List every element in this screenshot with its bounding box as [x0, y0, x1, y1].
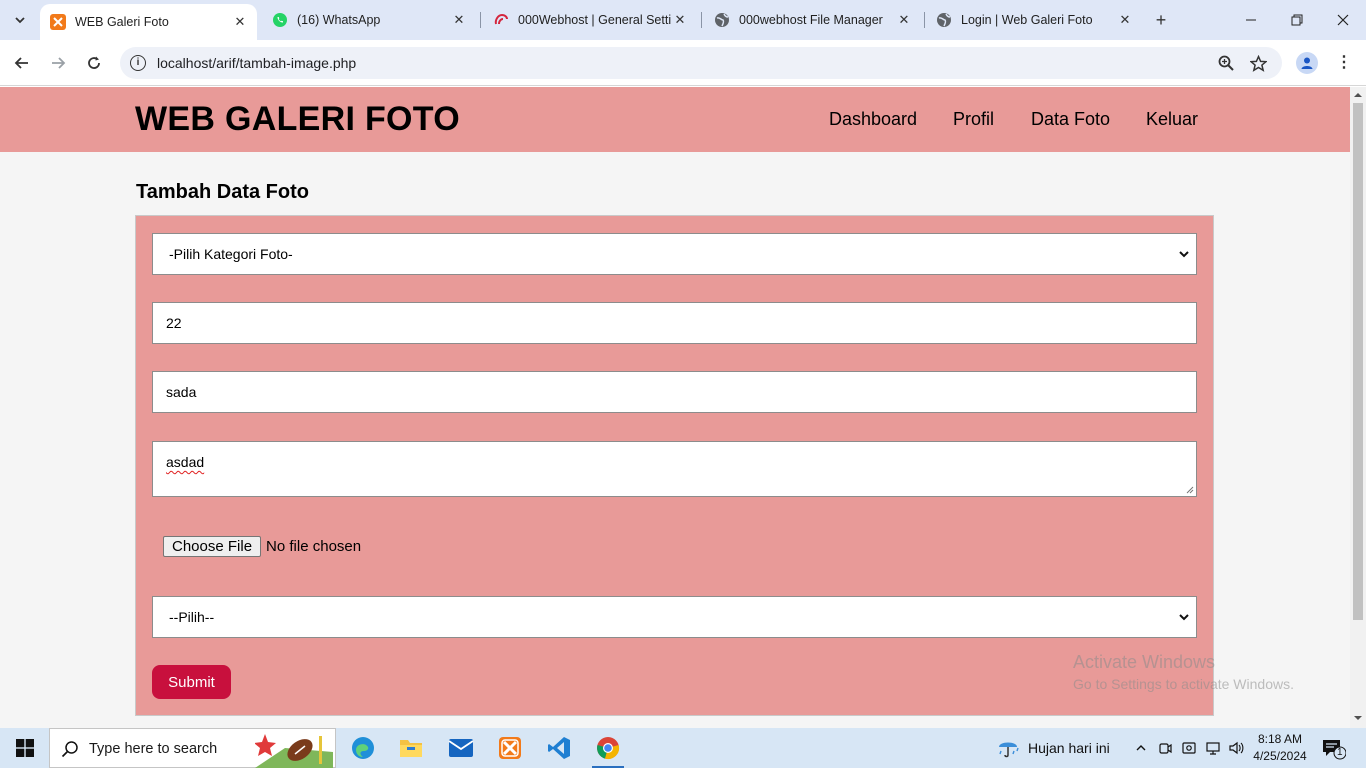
close-icon[interactable]: ✕	[671, 11, 689, 29]
mail-icon[interactable]	[441, 732, 481, 764]
windows-taskbar: Type here to search Hujan hari ini 8:18 …	[0, 728, 1366, 768]
zoom-icon[interactable]	[1216, 53, 1236, 73]
site-logo[interactable]: WEB GALERI FOTO	[135, 100, 460, 139]
file-input[interactable]: Choose File No file chosen	[163, 535, 361, 557]
weather-widget[interactable]: Hujan hari ini	[996, 736, 1110, 760]
chevron-down-icon	[1179, 251, 1189, 258]
search-highlight-football-icon[interactable]	[255, 732, 333, 768]
photo-id-input-value: 22	[166, 315, 182, 331]
site-info-icon[interactable]: i	[130, 55, 146, 71]
taskbar-search-placeholder: Type here to search	[89, 741, 218, 757]
taskbar-search-box[interactable]: Type here to search	[49, 728, 336, 768]
back-arrow-icon[interactable]	[8, 49, 36, 77]
nav-profil[interactable]: Profil	[953, 109, 994, 130]
page-scrollbar[interactable]	[1350, 87, 1366, 728]
meet-now-icon[interactable]	[1156, 738, 1174, 758]
site-header: WEB GALERI FOTO Dashboard Profil Data Fo…	[0, 87, 1350, 152]
description-textarea-value: asdad	[166, 454, 205, 470]
rain-umbrella-icon	[999, 742, 1019, 758]
tab-login-web-galeri-foto[interactable]: Login | Web Galeri Foto ✕	[926, 0, 1142, 40]
notification-center-icon[interactable]: 1	[1322, 738, 1347, 760]
chrome-icon[interactable]	[588, 732, 628, 768]
browser-tabstrip: WEB Galeri Foto ✕ (16) WhatsApp ✕ 000Web…	[0, 0, 1366, 40]
description-textarea[interactable]: asdad	[152, 441, 1197, 497]
page-viewport: WEB GALERI FOTO Dashboard Profil Data Fo…	[0, 87, 1350, 728]
vscode-icon[interactable]	[539, 732, 579, 764]
file-status-text: No file chosen	[266, 537, 362, 555]
browser-menu-icon[interactable]: ⋮	[1334, 52, 1354, 74]
choose-file-button[interactable]: Choose File	[163, 535, 262, 557]
notification-count: 1	[1337, 747, 1343, 758]
new-tab-plus-icon[interactable]: +	[1150, 8, 1172, 32]
submit-button[interactable]: Submit	[152, 665, 231, 699]
activate-windows-title: Activate Windows	[1073, 652, 1216, 672]
profile-avatar-icon[interactable]	[1296, 52, 1318, 74]
globe-icon	[936, 12, 952, 28]
tab-label: 000Webhost | General Settin	[518, 13, 671, 27]
page-title: Tambah Data Foto	[136, 181, 309, 203]
tab-label: WEB Galeri Foto	[75, 15, 169, 29]
add-photo-form: -Pilih Kategori Foto- 22 sada asdad Choo…	[135, 215, 1214, 716]
minimize-icon[interactable]	[1228, 0, 1274, 40]
status-select-value: --Pilih--	[169, 609, 215, 625]
activate-windows-subtitle: Go to Settings to activate Windows.	[1073, 676, 1294, 692]
000webhost-icon	[493, 12, 509, 28]
tab-whatsapp[interactable]: (16) WhatsApp ✕	[262, 0, 476, 40]
close-icon[interactable]: ✕	[895, 11, 913, 29]
nav-data-foto[interactable]: Data Foto	[1031, 109, 1110, 130]
photo-title-input-value: sada	[166, 384, 197, 400]
tab-separator	[924, 12, 925, 28]
search-icon	[61, 741, 78, 758]
globe-icon	[714, 12, 730, 28]
screenshot-icon[interactable]	[1180, 738, 1198, 758]
close-icon[interactable]: ✕	[1116, 11, 1134, 29]
category-select-value: -Pilih Kategori Foto-	[169, 246, 293, 262]
clock-time: 8:18 AM	[1257, 732, 1303, 746]
tab-web-galeri-foto[interactable]: WEB Galeri Foto ✕	[40, 4, 257, 40]
tab-label: (16) WhatsApp	[297, 13, 381, 27]
nav-dashboard[interactable]: Dashboard	[829, 109, 917, 130]
browser-toolbar: i localhost/arif/tambah-image.php ⋮	[0, 40, 1366, 86]
tab-000webhost-settings[interactable]: 000Webhost | General Settin ✕	[483, 0, 697, 40]
forward-arrow-icon[interactable]	[44, 49, 72, 77]
scroll-down-arrow-icon[interactable]	[1354, 714, 1362, 722]
close-icon[interactable]: ✕	[231, 13, 249, 31]
tab-label: Login | Web Galeri Foto	[961, 13, 1093, 27]
address-bar[interactable]: i localhost/arif/tambah-image.php	[120, 47, 1282, 79]
resize-grip-icon[interactable]	[1186, 486, 1194, 494]
whatsapp-icon	[272, 12, 288, 28]
file-explorer-icon[interactable]	[391, 732, 431, 764]
close-icon[interactable]: ✕	[450, 11, 468, 29]
edge-icon[interactable]	[343, 732, 383, 764]
tab-separator	[701, 12, 702, 28]
scroll-up-arrow-icon[interactable]	[1354, 91, 1362, 99]
clock-date: 4/25/2024	[1253, 749, 1307, 763]
tab-000webhost-file-manager[interactable]: 000webhost File Manager ✕	[704, 0, 921, 40]
category-select[interactable]: -Pilih Kategori Foto-	[152, 233, 1197, 275]
chevron-down-icon	[1179, 614, 1189, 621]
xampp-favicon-icon	[50, 14, 66, 30]
photo-title-input[interactable]: sada	[152, 371, 1197, 413]
scroll-thumb[interactable]	[1353, 103, 1363, 620]
window-close-icon[interactable]	[1320, 0, 1366, 40]
photo-id-input[interactable]: 22	[152, 302, 1197, 344]
tab-label: 000webhost File Manager	[739, 13, 883, 27]
status-select[interactable]: --Pilih--	[152, 596, 1197, 638]
tray-chevron-up-icon[interactable]	[1132, 738, 1150, 758]
url-text[interactable]: localhost/arif/tambah-image.php	[157, 55, 356, 71]
bookmark-star-icon[interactable]	[1248, 53, 1268, 73]
weather-text: Hujan hari ini	[1028, 740, 1110, 756]
windows-start-icon[interactable]	[6, 728, 44, 768]
volume-icon[interactable]	[1228, 738, 1246, 758]
taskbar-clock[interactable]: 8:18 AM 4/25/2024	[1252, 731, 1308, 765]
reload-icon[interactable]	[80, 49, 108, 77]
tab-separator	[480, 12, 481, 28]
tab-search-chevron-icon[interactable]	[6, 6, 34, 34]
xampp-icon[interactable]	[490, 732, 530, 764]
network-icon[interactable]	[1204, 738, 1222, 758]
restore-icon[interactable]	[1274, 0, 1320, 40]
nav-keluar[interactable]: Keluar	[1146, 109, 1198, 130]
